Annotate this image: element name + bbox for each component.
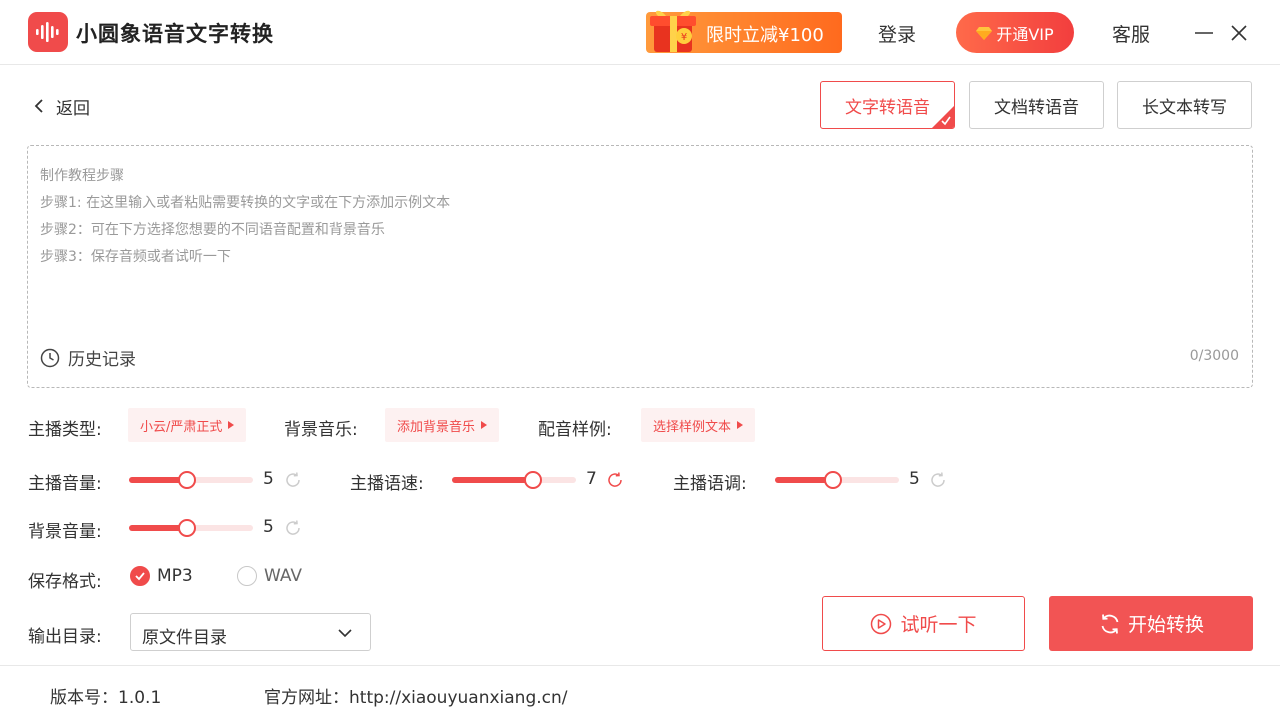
tab-document-to-speech[interactable]: 文档转语音 [969,81,1104,129]
slider-thumb[interactable] [524,471,542,489]
output-dir-select[interactable]: 原文件目录 [130,613,371,651]
placeholder-step-3: 步骤3：保存音频或者试听一下 [40,249,231,265]
format-label: 保存格式: [28,572,102,592]
pitch-slider[interactable] [775,471,899,489]
title-bar: 小圆象语音文字转换 ¥ 限时立减¥100 登录 开通VIP 客服 [0,0,1280,65]
back-button[interactable]: 返回 [30,94,90,119]
reset-icon[interactable] [929,471,947,489]
preview-button[interactable]: 试听一下 [822,596,1025,651]
format-mp3-label: MP3 [157,566,193,586]
selected-check-icon [932,106,954,128]
radio-checked-icon [130,566,150,586]
output-dir-value: 原文件目录 [142,628,227,648]
anchor-type-label: 主播类型: [28,420,102,440]
caret-right-icon [737,421,744,429]
app-logo [28,12,68,52]
pitch-label: 主播语调: [673,474,747,494]
speed-value: 7 [586,469,597,489]
format-mp3-radio[interactable]: MP3 [130,566,193,586]
slider-thumb[interactable] [178,519,196,537]
history-label: 历史记录 [68,350,136,370]
promo-text: 限时立减¥100 [706,25,824,46]
character-count: 0/3000 [1189,348,1239,364]
volume-label: 主播音量: [28,474,102,494]
text-input-area[interactable]: 制作教程步骤 步骤1: 在这里输入或者粘贴需要转换的文字或在下方添加示例文本 步… [27,145,1253,388]
sample-value: 选择样例文本 [653,419,732,435]
vip-label: 开通VIP [996,24,1054,44]
open-vip-button[interactable]: 开通VIP [956,12,1074,53]
convert-label: 开始转换 [1127,614,1204,636]
close-icon[interactable] [1228,22,1250,44]
placeholder-step-1: 步骤1: 在这里输入或者粘贴需要转换的文字或在下方添加示例文本 [40,195,451,211]
tab-label: 文字转语音 [845,97,930,118]
anchor-type-select[interactable]: 小云/严肃正式 [128,408,247,442]
reset-icon[interactable] [284,471,302,489]
website-link[interactable]: 官方网址：http://xiaouyuanxiang.cn/ [264,683,568,708]
caret-right-icon [228,421,235,429]
minimize-icon[interactable] [1193,22,1215,44]
sample-label: 配音样例: [538,420,612,440]
volume-slider[interactable] [129,471,253,489]
app-title: 小圆象语音文字转换 [76,22,274,46]
format-wav-label: WAV [264,566,303,586]
refresh-icon [1101,613,1119,634]
chevron-down-icon [338,629,352,638]
version-text: 版本号：1.0.1 [50,688,162,708]
sound-wave-icon [36,22,59,42]
slider-thumb[interactable] [178,471,196,489]
svg-text:¥: ¥ [681,32,687,43]
back-label: 返回 [56,98,90,119]
start-convert-button[interactable]: 开始转换 [1049,596,1253,651]
bgm-volume-slider[interactable] [129,519,253,537]
diamond-icon [976,26,993,40]
bgm-value: 添加背景音乐 [397,419,476,435]
chevron-left-icon [34,99,43,113]
promo-banner[interactable]: ¥ 限时立减¥100 [646,10,842,53]
tab-long-text-transcribe[interactable]: 长文本转写 [1117,81,1252,129]
bgm-volume-value: 5 [263,517,274,537]
speed-slider[interactable] [452,471,576,489]
tab-label: 长文本转写 [1142,97,1227,118]
radio-unchecked-icon [237,566,257,586]
placeholder-step-2: 步骤2：可在下方选择您想要的不同语音配置和背景音乐 [40,222,385,238]
slider-fill [452,477,533,483]
bgm-volume-label: 背景音量: [28,522,102,542]
clock-icon [40,348,60,367]
speed-label: 主播语速: [350,474,424,494]
footer: 版本号：1.0.1 官方网址：http://xiaouyuanxiang.cn/ [0,665,1280,720]
select-sample-button[interactable]: 选择样例文本 [641,408,756,442]
tab-label: 文档转语音 [994,97,1079,118]
anchor-type-value: 小云/严肃正式 [140,419,223,435]
volume-value: 5 [263,469,274,489]
customer-service-link[interactable]: 客服 [1112,20,1150,47]
play-icon [871,613,892,634]
history-button[interactable]: 历史记录 [40,345,136,370]
format-wav-radio[interactable]: WAV [237,566,302,586]
slider-thumb[interactable] [824,471,842,489]
placeholder-title: 制作教程步骤 [40,168,124,184]
output-dir-label: 输出目录: [28,627,102,647]
add-bgm-button[interactable]: 添加背景音乐 [385,408,500,442]
tab-text-to-speech[interactable]: 文字转语音 [820,81,955,129]
reset-icon[interactable] [606,471,624,489]
preview-label: 试听一下 [900,614,977,636]
pitch-value: 5 [909,469,920,489]
reset-icon[interactable] [284,519,302,537]
login-link[interactable]: 登录 [878,20,916,47]
bgm-label: 背景音乐: [284,420,358,440]
gift-icon: ¥ [650,10,696,52]
caret-right-icon [481,421,488,429]
